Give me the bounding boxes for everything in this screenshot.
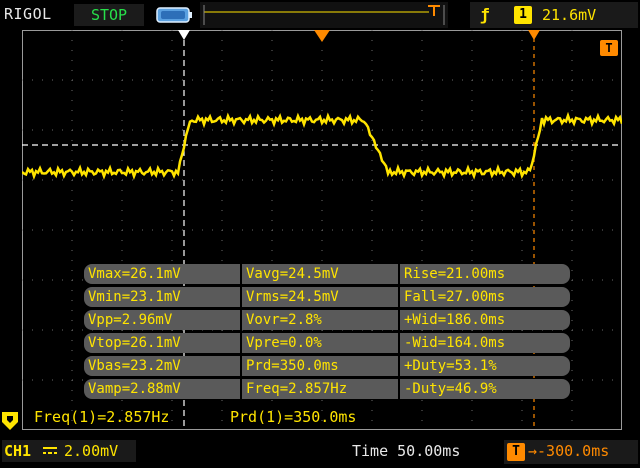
measurement-row: Vmax=26.1mV Vavg=24.5mV Rise=21.00ms [84, 264, 572, 284]
measurement-vavg: Vavg=24.5mV [242, 264, 398, 284]
trigger-offset-number: -300.0ms [537, 442, 610, 460]
memory-depth-icon [156, 7, 192, 23]
measurement-row: Vamp=2.88mV Freq=2.857Hz -Duty=46.9% [84, 379, 572, 399]
brand-logo: RIGOL [4, 5, 52, 23]
trigger-marker-top [528, 30, 540, 40]
measurement-vbase: Vbas=23.2mV [84, 356, 240, 376]
trigger-marker-right: T [600, 40, 618, 56]
run-stop-status[interactable]: STOP [74, 4, 144, 26]
timebase-value: 50.00ms [397, 442, 461, 460]
volts-per-div: 2.00mV [64, 442, 119, 460]
measurement-vrms: Vrms=24.5mV [242, 287, 398, 307]
cursor-marker [178, 30, 190, 40]
measurement-row: Vbas=23.2mV Prd=350.0ms +Duty=53.1% [84, 356, 572, 376]
trigger-source-badge: 1 [514, 6, 532, 24]
measurement-vamp: Vamp=2.88mV [84, 379, 240, 399]
ch1-trace [22, 111, 622, 181]
measurement-neg-width: -Wid=164.0ms [400, 333, 570, 353]
measurement-pos-duty: +Duty=53.1% [400, 356, 570, 376]
measurement-row: Vmin=23.1mV Vrms=24.5mV Fall=27.00ms [84, 287, 572, 307]
measurement-vmax: Vmax=26.1mV [84, 264, 240, 284]
trigger-position-icon [314, 30, 330, 42]
timebase[interactable]: Time 50.00ms [352, 442, 460, 460]
measurement-pos-width: +Wid=186.0ms [400, 310, 570, 330]
measurement-vovr: Vovr=2.8% [242, 310, 398, 330]
trigger-level: 21.6mV [542, 6, 597, 24]
trigger-offset[interactable]: T →-300.0ms [504, 440, 638, 464]
measurement-vtop: Vtop=26.1mV [84, 333, 240, 353]
measurement-freq: Freq=2.857Hz [242, 379, 398, 399]
trigger-offset-icon: T [507, 443, 525, 461]
counter-frequency: Freq(1)=2.857Hz [34, 408, 170, 426]
ch1-ground-marker-icon[interactable] [2, 412, 18, 430]
offset-arrow-icon: → [528, 442, 538, 460]
trigger-offset-value: →-300.0ms [528, 442, 609, 460]
channel-1-settings[interactable]: CH1 2.00mV [2, 440, 136, 462]
measurement-row: Vpp=2.96mV Vovr=2.8% +Wid=186.0ms [84, 310, 572, 330]
top-status-bar: RIGOL STOP ƒ 1 21.6mV [0, 0, 640, 30]
measurement-rise: Rise=21.00ms [400, 264, 570, 284]
measurement-fall: Fall=27.00ms [400, 287, 570, 307]
oscilloscope-screen: RIGOL STOP ƒ 1 21.6mV T Vmax=26.1mV Vavg… [0, 0, 640, 468]
timebase-label: Time [352, 442, 389, 460]
measurement-vmin: Vmin=23.1mV [84, 287, 240, 307]
waveform-memory-overview[interactable] [200, 2, 448, 28]
measurement-neg-duty: -Duty=46.9% [400, 379, 570, 399]
channel-label: CH1 [4, 442, 32, 460]
measurement-vpp: Vpp=2.96mV [84, 310, 240, 330]
bottom-status-bar: CH1 2.00mV Time 50.00ms T →-300.0ms [0, 436, 640, 468]
measurement-period: Prd=350.0ms [242, 356, 398, 376]
rising-edge-icon: ƒ [480, 5, 490, 24]
trigger-settings[interactable]: ƒ 1 21.6mV [470, 2, 638, 28]
counter-period: Prd(1)=350.0ms [230, 408, 357, 426]
dc-coupling-icon [43, 447, 57, 454]
memory-overview-waveform [203, 5, 445, 25]
measurement-row: Vtop=26.1mV Vpre=0.0% -Wid=164.0ms [84, 333, 572, 353]
measurement-vpre: Vpre=0.0% [242, 333, 398, 353]
